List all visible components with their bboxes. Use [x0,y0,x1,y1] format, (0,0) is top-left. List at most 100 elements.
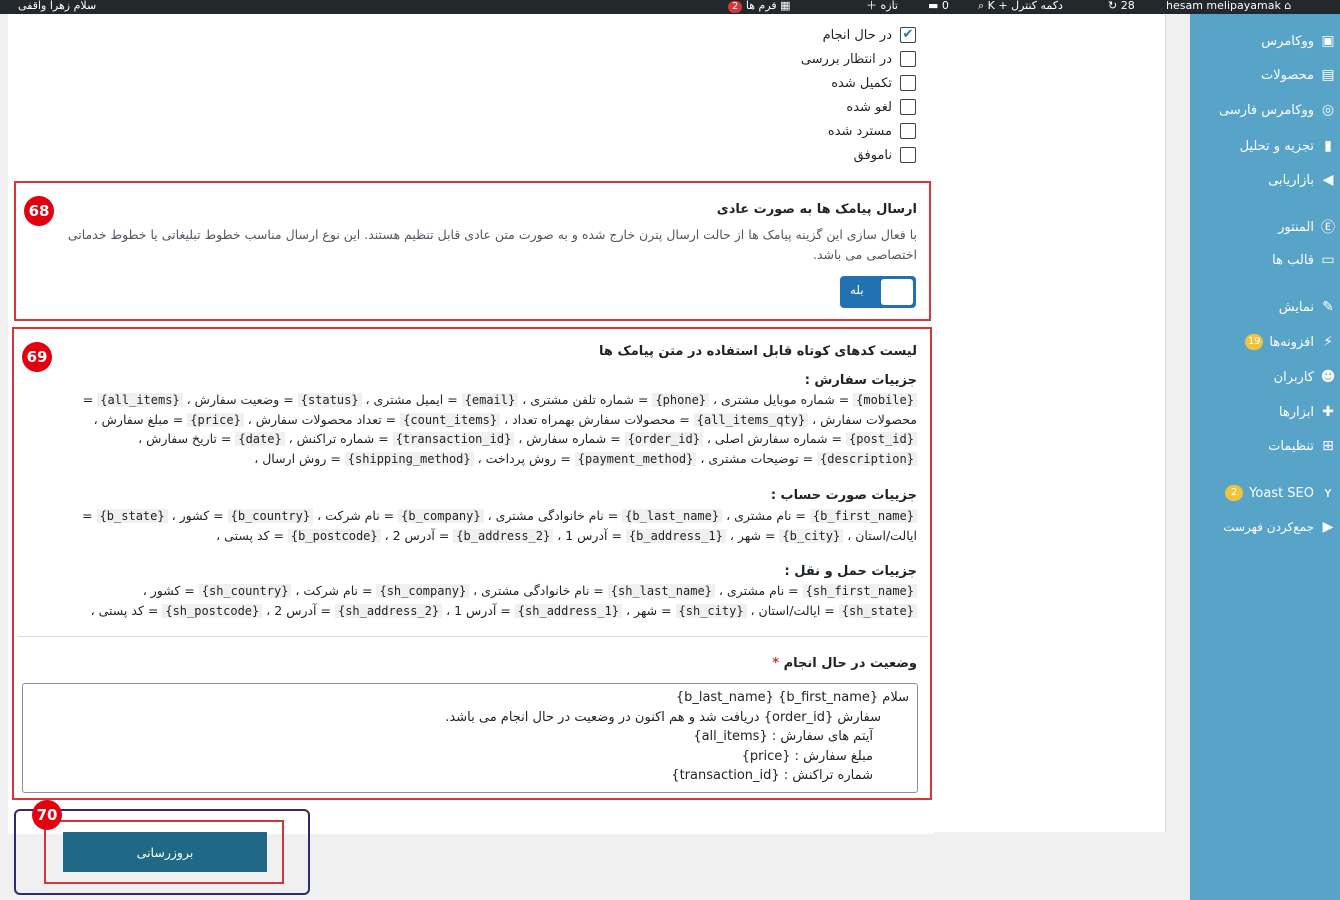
greeting[interactable]: سلام زهرا واقفی [18,0,96,12]
normal-sms-title: ارسال پیامک ها به صورت عادی [716,202,917,217]
step-badge-70: 70 [32,800,62,830]
status-label: مسترد شده [827,123,892,139]
checkbox-checked-icon[interactable]: ✔ [900,27,916,43]
checkbox[interactable] [900,147,916,163]
sidebar-item-products[interactable]: ▤ محصولات [1190,62,1340,88]
sidebar-item-label: افزونه‌ها [1269,334,1314,350]
shortcode-desc: = توضیحات مشتری ، [696,450,818,466]
site-name: hesam melipayamak [1166,0,1281,12]
template-line: شماره تراکنش : {transaction_id} [671,768,873,783]
admin-bar: سلام زهرا واقفی ▦ فرم ها 2 تازه ＋ 0 ▬ دک… [0,0,1340,14]
template-icon: ▭ [1321,252,1335,268]
sms-template-textarea[interactable]: سلام {b_first_name} {b_last_name} سفارش … [22,683,918,793]
divider [18,636,928,637]
shortcode-token: {sh_city} [675,603,747,618]
sidebar-collapse[interactable]: ▶ جمع‌کردن فهرست [1190,514,1340,540]
sidebar-item-label: ووکامرس [1261,33,1314,49]
shortcode-desc: = آدرس 2 ، [262,602,335,618]
sidebar-item-yoast[interactable]: ʏ Yoast SEO 2 [1190,480,1340,506]
shortcode-token: {b_state} [96,509,168,523]
checkbox[interactable] [900,75,916,91]
shortcode-token: {b_last_name} [622,509,723,523]
sidebar-item-persian-woo[interactable]: ◎ ووکامرس فارسی [1190,97,1340,123]
template-line: سلام {b_first_name} {b_last_name} [675,690,909,705]
shortcode-desc: = تعداد محصولات سفارش ، [243,411,401,427]
shortcut-search[interactable]: دکمه کنترل + K ⌕ [978,0,1063,12]
admin-sidebar: ▣ ووکامرس ▤ محصولات ◎ ووکامرس فارسی ▮ تجزیه … [1190,14,1340,900]
shortcode-token: {b_city} [779,528,844,543]
shortcode-desc: = [82,508,97,523]
shortcode-desc: = نام خانوادگی مشتری ، [483,508,623,523]
new-menu[interactable]: تازه ＋ [866,0,898,12]
shortcode-desc: = شماره تراکنش ، [284,431,393,446]
status-option-completed[interactable]: تکمیل شده [831,73,916,93]
checkbox[interactable] [900,51,916,67]
shortcode-token: {order_id} [624,432,703,446]
description-line: با فعال سازی این گزینه پیامک ها از حالت … [67,227,917,242]
shortcode-desc: = نام خانوادگی مشتری ، [469,583,608,598]
template-line: سفارش {order_id} دریافت شد و هم اکنون در… [445,709,881,725]
status-option-cancelled[interactable]: لغو شده [846,97,916,117]
shortcode-line: ایالت/استان ، {b_city} = شهر ، {b_addres… [216,526,917,547]
shortcode-token: {sh_country} [198,584,292,598]
shortcode-token: {sh_state} [838,603,917,618]
shortcode-token: {phone} [652,393,710,407]
shortcode-desc: = شماره سفارش اصلی ، [702,431,846,446]
shortcode-line: {post_id} = شماره سفارش اصلی ، {order_id… [138,429,917,450]
status-option-processing[interactable]: ✔ در حال انجام [823,25,916,45]
wrench-icon: ✚ [1322,404,1334,420]
sidebar-item-analytics[interactable]: ▮ تجزیه و تحلیل [1190,133,1340,159]
shortcode-desc: = آدرس 2 ، [380,527,454,543]
updates-menu[interactable]: 28 ↻ [1108,0,1135,12]
template-label-text: وضعیت در حال انجام [783,656,917,671]
shortcode-token: {sh_address_1} [514,603,622,618]
yoast-icon: ʏ [1323,485,1333,501]
sidebar-item-elementor[interactable]: Ⓔ المنتور [1190,214,1340,240]
checkbox[interactable] [900,123,916,139]
update-button[interactable]: بروزرسانی [63,832,267,872]
sidebar-item-settings[interactable]: ⊞ تنظیمات [1190,433,1340,459]
sidebar-item-label: بازاریابی [1268,172,1314,188]
site-name-menu[interactable]: hesam melipayamak ⌂ [1166,0,1291,12]
updates-count: 28 [1120,0,1135,12]
step-badge-68: 68 [24,196,54,226]
shortcode-token: {b_postcode} [287,528,381,543]
checkbox[interactable] [900,99,916,115]
sidebar-item-marketing[interactable]: ◀ بازاریابی [1190,167,1340,193]
order-details-heading: جزییات سفارش : [804,373,917,388]
status-option-refunded[interactable]: مسترد شده [828,121,916,141]
comment-icon: ▬ [928,0,939,12]
comments-menu[interactable]: 0 ▬ [928,0,949,12]
normal-sms-toggle[interactable]: بله [840,276,916,308]
shortcode-desc: = کشور ، [167,508,228,523]
woo-icon: ▣ [1321,33,1335,49]
megaphone-icon: ◀ [1322,172,1334,188]
shortcode-token: {sh_last_name} [607,584,715,598]
archive-icon: ▤ [1321,67,1335,83]
plugins-count-badge: 19 [1245,334,1264,350]
sidebar-item-woocommerce[interactable]: ▣ ووکامرس [1190,28,1340,54]
shortcode-desc: = روش ارسال ، [254,450,345,466]
sidebar-item-appearance[interactable]: ✎ نمایش [1190,294,1340,320]
shortcode-line: {sh_state} = ایالت/استان ، {sh_city} = ش… [91,601,917,622]
shortcode-token: {description} [817,451,917,466]
shortcode-desc: ایالت/استان ، [843,527,917,543]
sidebar-item-label: جمع‌کردن فهرست [1223,520,1314,534]
required-mark: * [772,656,780,671]
sidebar-item-templates[interactable]: ▭ قالب ها [1190,247,1340,273]
shortcode-desc: = نام مشتری ، [714,583,803,598]
step-badge-69: 69 [22,342,52,372]
status-option-on-hold[interactable]: در انتظار بررسی [801,49,916,69]
sidebar-item-plugins[interactable]: ⚡ افزونه‌ها 19 [1190,329,1340,355]
shortcut-label: دکمه کنترل + K [987,0,1063,12]
sidebar-item-label: کاربران [1273,369,1314,385]
status-option-failed[interactable]: ناموفق [854,145,916,165]
forms-menu[interactable]: ▦ فرم ها 2 [728,0,791,13]
shortcode-token: {b_company} [398,509,484,523]
sidebar-item-label: تجزیه و تحلیل [1239,138,1314,154]
sidebar-item-tools[interactable]: ✚ ابزارها [1190,399,1340,425]
shortcode-token: {price} [187,412,244,427]
sidebar-item-users[interactable]: ☻ کاربران [1190,364,1340,390]
shortcode-desc: = شماره تلفن مشتری ، [518,392,653,407]
shortcode-token: {sh_address_2} [334,603,443,618]
